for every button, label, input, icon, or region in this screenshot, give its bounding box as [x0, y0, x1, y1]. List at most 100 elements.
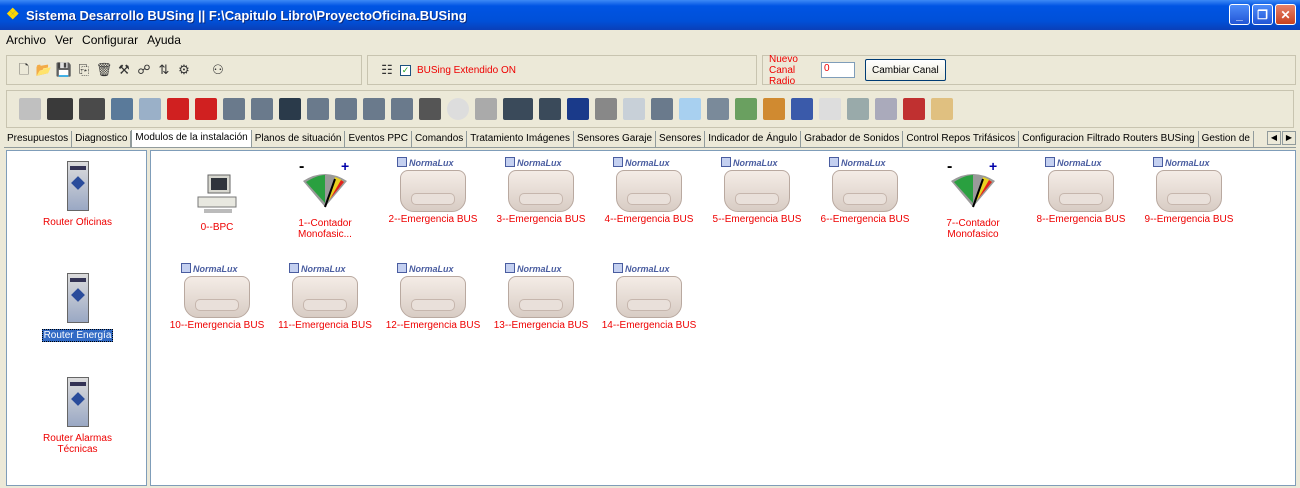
normalux-logo: NormaLux — [379, 157, 487, 168]
tab-configuracion-filtrado[interactable]: Configuracion Filtrado Routers BUSing — [1019, 131, 1199, 147]
module-icon[interactable] — [167, 98, 189, 120]
module-icon[interactable] — [363, 98, 385, 120]
module-item[interactable]: NormaLux 5--Emergencia BUS — [703, 157, 811, 225]
tab-scroll-left-icon[interactable]: ◀ — [1267, 131, 1281, 145]
menu-configurar[interactable]: Configurar — [82, 33, 138, 47]
module-icon[interactable] — [679, 98, 701, 120]
tab-planos[interactable]: Planos de situación — [252, 131, 346, 147]
save-icon[interactable]: 💾 — [56, 63, 72, 77]
module-label: 13--Emergencia BUS — [493, 320, 589, 331]
normalux-logo: NormaLux — [811, 157, 919, 168]
module-icon[interactable] — [195, 98, 217, 120]
module-icon[interactable] — [651, 98, 673, 120]
minimize-button[interactable]: _ — [1229, 4, 1250, 25]
tab-comandos[interactable]: Comandos — [412, 131, 468, 147]
module-icon[interactable] — [419, 98, 441, 120]
module-item[interactable]: NormaLux 2--Emergencia BUS — [379, 157, 487, 225]
tab-tratamiento-imagenes[interactable]: Tratamiento Imágenes — [467, 131, 574, 147]
menu-ayuda[interactable]: Ayuda — [147, 33, 181, 47]
module-icon[interactable] — [335, 98, 357, 120]
menu-ver[interactable]: Ver — [55, 33, 73, 47]
menu-archivo[interactable]: Archivo — [6, 33, 46, 47]
module-icon[interactable] — [539, 98, 561, 120]
module-icon[interactable] — [279, 98, 301, 120]
module-label: 10--Emergencia BUS — [169, 320, 265, 331]
module-label: 2--Emergencia BUS — [388, 214, 478, 225]
copy-icon[interactable]: ⎘ — [77, 63, 91, 77]
module-item[interactable]: - + 1--Contador Monofasic... — [271, 158, 379, 240]
tab-eventos-ppc[interactable]: Eventos PPC — [345, 131, 412, 147]
module-icon[interactable] — [47, 98, 73, 120]
tab-presupuestos[interactable]: Presupuestos — [4, 131, 73, 147]
busing-extended-checkbox[interactable]: ✓ — [400, 64, 411, 76]
tree-icon[interactable]: ☷ — [380, 63, 394, 77]
module-icon[interactable] — [251, 98, 273, 120]
module-item[interactable]: NormaLux 12--Emergencia BUS — [379, 263, 487, 331]
maximize-button[interactable]: ❐ — [1252, 4, 1273, 25]
module-item[interactable]: NormaLux 6--Emergencia BUS — [811, 157, 919, 225]
module-item[interactable]: 0--BPC — [163, 173, 271, 233]
module-icon[interactable] — [223, 98, 245, 120]
users-icon[interactable]: ⚇ — [211, 63, 225, 77]
module-icon[interactable] — [847, 98, 869, 120]
window-title: Sistema Desarrollo BUSing || F:\Capitulo… — [26, 7, 467, 23]
module-icon[interactable] — [903, 98, 925, 120]
module-item[interactable]: NormaLux 4--Emergencia BUS — [595, 157, 703, 225]
module-item[interactable]: NormaLux 11--Emergencia BUS — [271, 263, 379, 331]
tab-control-repos[interactable]: Control Repos Trifásicos — [903, 131, 1020, 147]
module-icon[interactable] — [819, 98, 841, 120]
module-item[interactable]: NormaLux 14--Emergencia BUS — [595, 263, 703, 331]
module-icon[interactable] — [735, 98, 757, 120]
module-item[interactable]: NormaLux 3--Emergencia BUS — [487, 157, 595, 225]
module-icon[interactable] — [79, 98, 105, 120]
module-icon[interactable] — [447, 98, 469, 120]
network-icon[interactable]: ☍ — [137, 63, 151, 77]
sort-icon[interactable]: ⇅ — [157, 63, 171, 77]
tab-sensores-garaje[interactable]: Sensores Garaje — [574, 131, 657, 147]
module-item[interactable]: NormaLux 9--Emergencia BUS — [1135, 157, 1243, 225]
module-icon[interactable] — [707, 98, 729, 120]
module-icon[interactable] — [503, 98, 533, 120]
tab-gestion[interactable]: Gestion de — [1199, 131, 1254, 147]
router-label: Router Oficinas — [43, 217, 112, 228]
module-icon[interactable] — [111, 98, 133, 120]
module-icon[interactable] — [391, 98, 413, 120]
module-icon[interactable] — [763, 98, 785, 120]
normalux-logo: NormaLux — [163, 263, 271, 274]
normalux-logo: NormaLux — [1027, 157, 1135, 168]
module-icon[interactable] — [19, 98, 41, 120]
router-item[interactable]: Router Alarmas Técnicas — [7, 377, 148, 455]
tab-diagnostico[interactable]: Diagnostico — [72, 131, 132, 147]
tab-modulos[interactable]: Modulos de la instalación — [131, 130, 252, 147]
tab-grabador-sonidos[interactable]: Grabador de Sonidos — [801, 131, 904, 147]
module-label: 7--Contador Monofasico — [946, 218, 1000, 240]
open-folder-icon[interactable]: 📂 — [36, 63, 52, 77]
module-icon[interactable] — [595, 98, 617, 120]
tab-scroll-right-icon[interactable]: ▶ — [1282, 131, 1296, 145]
module-icon[interactable] — [475, 98, 497, 120]
module-item[interactable]: NormaLux 10--Emergencia BUS — [163, 263, 271, 331]
module-item[interactable]: NormaLux 8--Emergencia BUS — [1027, 157, 1135, 225]
module-item[interactable]: NormaLux 13--Emergencia BUS — [487, 263, 595, 331]
channel-input[interactable]: 0 — [821, 62, 855, 78]
module-icon[interactable] — [875, 98, 897, 120]
module-icon[interactable] — [931, 98, 953, 120]
close-button[interactable]: ✕ — [1275, 4, 1296, 25]
module-icon[interactable] — [567, 98, 589, 120]
new-file-icon[interactable]: 🗋 — [17, 63, 31, 77]
change-channel-button[interactable]: Cambiar Canal — [865, 59, 946, 81]
tools-icon[interactable]: ⚒ — [117, 63, 131, 77]
settings-icon[interactable]: ⚙ — [177, 63, 191, 77]
module-icon[interactable] — [791, 98, 813, 120]
tab-sensores[interactable]: Sensores — [656, 131, 706, 147]
tab-indicador-angulo[interactable]: Indicador de Ángulo — [705, 131, 802, 147]
router-item[interactable]: Router Energía — [7, 273, 148, 342]
module-icon[interactable] — [623, 98, 645, 120]
module-icon[interactable] — [307, 98, 329, 120]
module-icon[interactable] — [139, 98, 161, 120]
module-label: 11--Emergencia BUS — [278, 320, 372, 331]
router-item[interactable]: Router Oficinas — [7, 161, 148, 228]
module-item[interactable]: - + 7--Contador Monofasico — [919, 158, 1027, 240]
module-label: 6--Emergencia BUS — [820, 214, 910, 225]
delete-icon[interactable]: 🗑 — [96, 63, 113, 77]
